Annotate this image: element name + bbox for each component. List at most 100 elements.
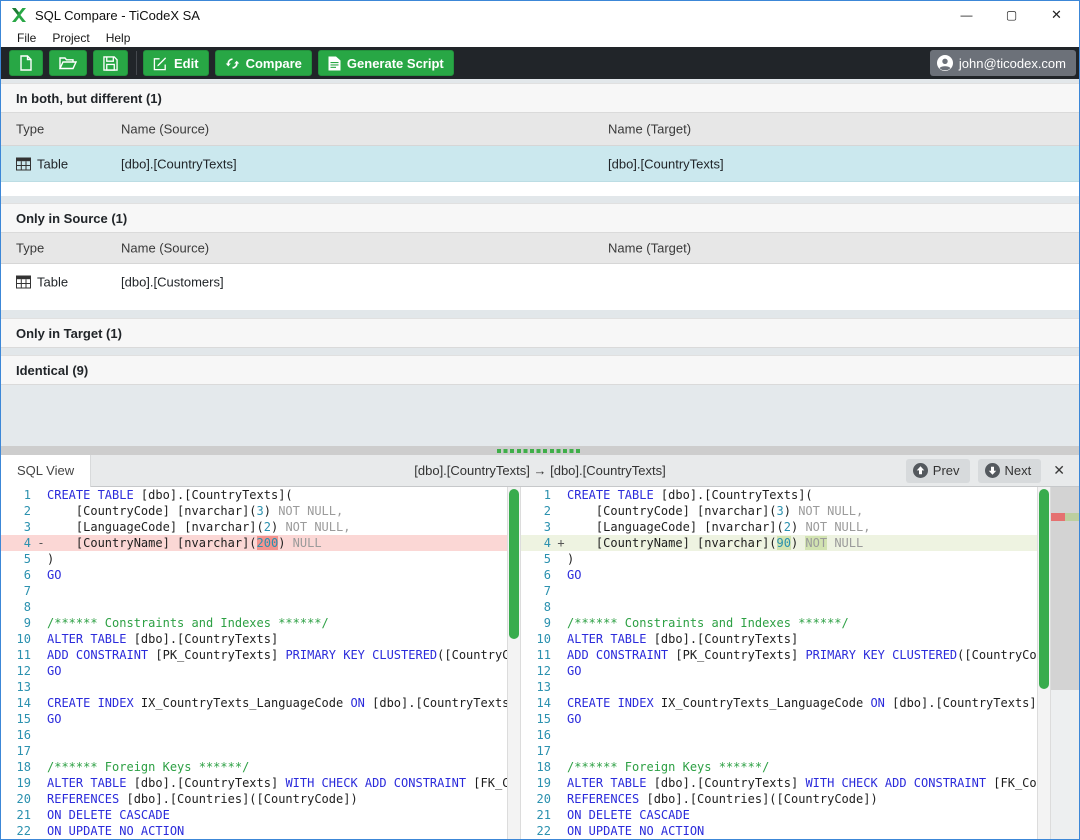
row-source-name: [dbo].[CountryTexts] [121,156,237,171]
diff-line-marker [35,791,47,807]
diff-overview-bar[interactable] [1051,487,1079,839]
maximize-button[interactable]: ▢ [989,1,1034,29]
new-project-button[interactable] [9,50,43,76]
table-grid-icon [16,157,31,170]
diff-line-marker [35,503,47,519]
code-text: GO [567,567,1037,583]
app-logo-x-icon [11,7,27,23]
code-line: 9/****** Constraints and Indexes ******/ [1,615,507,631]
section-title: In both, but different (1) [16,91,162,106]
code-line: 14CREATE INDEX IX_CountryTexts_LanguageC… [521,695,1037,711]
edit-pencil-icon [153,56,168,71]
code-line: 20REFERENCES [dbo].[Countries]([CountryC… [521,791,1037,807]
source-code-pane[interactable]: 1CREATE TABLE [dbo].[CountryTexts](2 [Co… [1,487,507,839]
diff-line-marker [555,807,567,823]
diff-line-marker [555,679,567,695]
line-number: 16 [1,727,35,743]
target-code-pane[interactable]: 1CREATE TABLE [dbo].[CountryTexts](2 [Co… [521,487,1037,839]
row-target-name: [dbo].[CountryTexts] [608,156,724,171]
account-button[interactable]: john@ticodex.com [930,50,1076,76]
open-project-button[interactable] [49,50,87,76]
code-line: 4- [CountryName] [nvarchar](200) NULL [1,535,507,551]
code-line: 2 [CountryCode] [nvarchar](3) NOT NULL, [1,503,507,519]
line-number: 16 [521,727,555,743]
source-scrollbar[interactable] [507,487,521,839]
code-line: 1CREATE TABLE [dbo].[CountryTexts]( [1,487,507,503]
horizontal-splitter[interactable] [1,446,1079,455]
line-number: 4 [521,535,555,551]
diff-line-marker [555,631,567,647]
section-header-only-target[interactable]: Only in Target (1) [1,318,1079,348]
line-number: 14 [1,695,35,711]
line-number: 9 [521,615,555,631]
diff-line-marker [555,823,567,839]
close-button[interactable]: ✕ [1034,1,1079,29]
line-number: 12 [521,663,555,679]
code-line: 11ADD CONSTRAINT [PK_CountryTexts] PRIMA… [1,647,507,663]
diff-line-marker [555,727,567,743]
code-line: 13 [1,679,507,695]
menu-project[interactable]: Project [44,31,97,45]
code-line: 16 [521,727,1037,743]
table-row-countrytexts[interactable]: Table [dbo].[CountryTexts] [dbo].[Countr… [1,146,1079,182]
diff-line-marker [35,631,47,647]
source-scrollbar-thumb[interactable] [509,489,519,639]
diff-line-marker [555,583,567,599]
code-line: 19ALTER TABLE [dbo].[CountryTexts] WITH … [1,775,507,791]
prev-diff-button[interactable]: Prev [906,459,970,483]
code-line: 22ON UPDATE NO ACTION [1,823,507,839]
minimize-button[interactable]: — [944,1,989,29]
diff-line-marker [35,823,47,839]
diff-line-marker [35,743,47,759]
comparison-results: In both, but different (1) Type Name (So… [1,79,1079,839]
circle-arrow-up-icon [913,463,928,478]
account-email: john@ticodex.com [959,56,1066,71]
script-file-icon [328,56,341,71]
diff-line-marker [555,647,567,663]
code-line: 7 [521,583,1037,599]
diff-line-marker [555,743,567,759]
section-header-identical[interactable]: Identical (9) [1,355,1079,385]
code-text [567,743,1037,759]
edit-button[interactable]: Edit [143,50,209,76]
circle-arrow-down-icon [985,463,1000,478]
line-number: 15 [1,711,35,727]
diff-editor: 1CREATE TABLE [dbo].[CountryTexts](2 [Co… [1,487,1079,839]
column-name-target[interactable]: Name (Target) [608,122,691,137]
diff-line-marker [555,759,567,775]
section-header-different[interactable]: In both, but different (1) [1,83,1079,113]
menu-file[interactable]: File [9,31,44,45]
line-number: 10 [521,631,555,647]
table-grid-icon [16,276,31,289]
code-text: ALTER TABLE [dbo].[CountryTexts] [47,631,507,647]
toolbar-separator [136,51,137,75]
code-text [567,679,1037,695]
code-text: [CountryCode] [nvarchar](3) NOT NULL, [567,503,1037,519]
compare-button[interactable]: Compare [215,50,312,76]
diff-overview-change-marker[interactable] [1051,513,1079,521]
menu-help[interactable]: Help [98,31,139,45]
toolbar: Edit Compare Generate Script [1,47,1079,79]
line-number: 7 [1,583,35,599]
code-text: ) [47,551,507,567]
column-name-source[interactable]: Name (Source) [121,122,209,137]
line-number: 17 [1,743,35,759]
code-text: ADD CONSTRAINT [PK_CountryTexts] PRIMARY… [567,647,1037,663]
tab-sql-view[interactable]: SQL View [1,455,91,487]
target-scrollbar-thumb[interactable] [1039,489,1049,689]
diff-line-marker [35,551,47,567]
target-scrollbar[interactable] [1037,487,1051,839]
table-row-customers[interactable]: Table [dbo].[Customers] [1,264,1079,300]
column-type[interactable]: Type [16,241,44,256]
column-name-target[interactable]: Name (Target) [608,241,691,256]
column-name-source[interactable]: Name (Source) [121,241,209,256]
next-diff-button[interactable]: Next [978,459,1042,483]
section-header-only-source[interactable]: Only in Source (1) [1,203,1079,233]
column-type[interactable]: Type [16,122,44,137]
save-project-button[interactable] [93,50,128,76]
close-sql-view-button[interactable]: ✕ [1049,462,1069,479]
diff-line-marker [555,567,567,583]
generate-script-button[interactable]: Generate Script [318,50,454,76]
diff-line-marker [555,599,567,615]
row-type-label: Table [37,275,68,290]
